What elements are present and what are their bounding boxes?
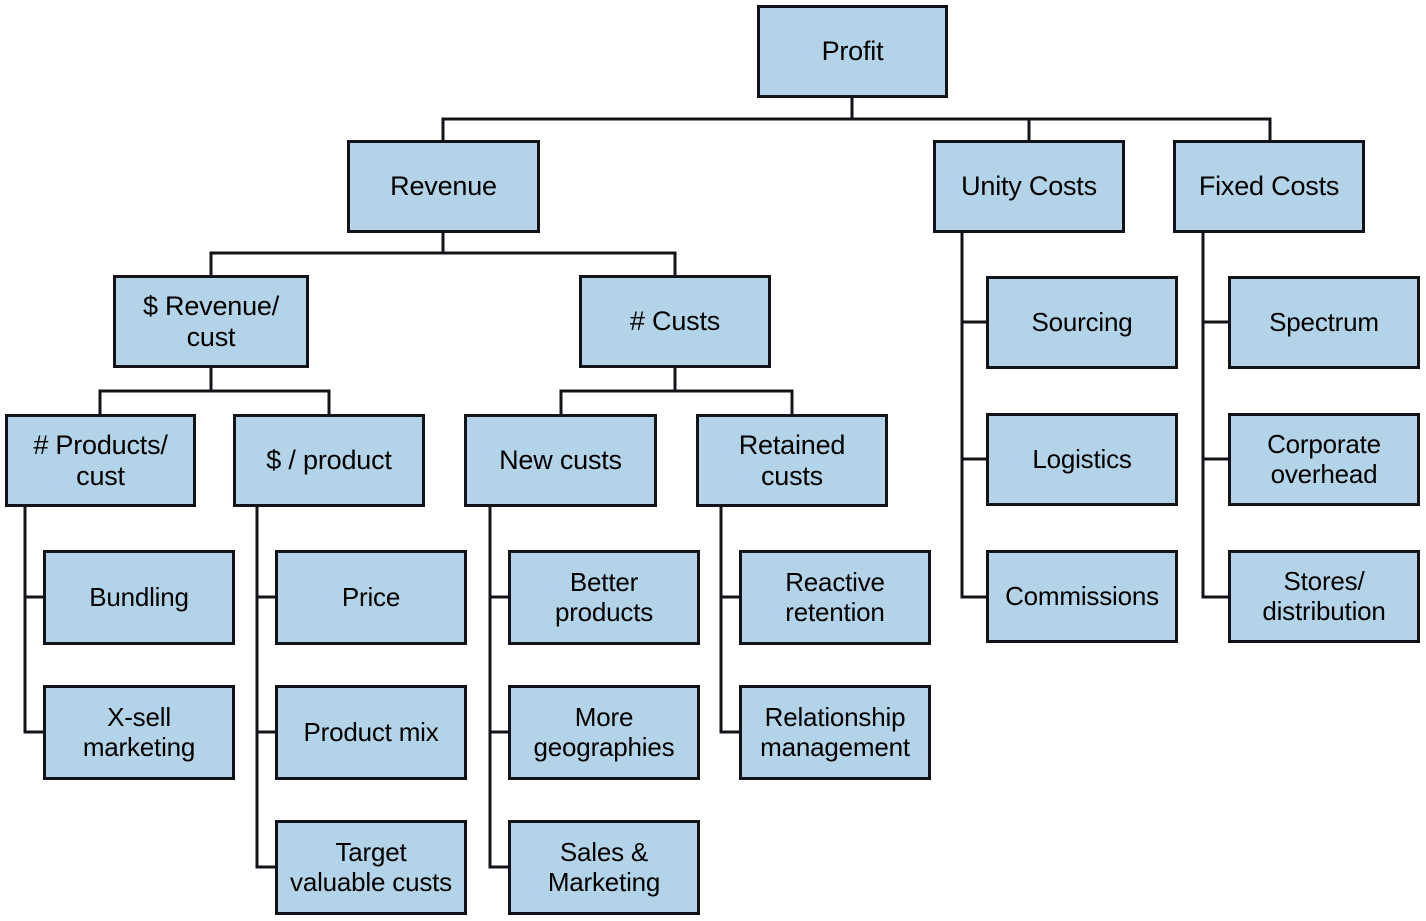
node-reactive-retention[interactable]: Reactive retention [739,550,931,645]
node-better-products[interactable]: Better products [508,550,700,645]
node-bundling[interactable]: Bundling [43,550,235,645]
node-sourcing[interactable]: Sourcing [986,276,1178,369]
node-commissions[interactable]: Commissions [986,550,1178,643]
node-product-mix[interactable]: Product mix [275,685,467,780]
node-target-valuable-custs[interactable]: Target valuable custs [275,820,467,915]
profit-tree-diagram: Profit Revenue Unity Costs Fixed Costs $ Rev… [0,0,1426,921]
node-retained-custs[interactable]: Retained custs [696,414,888,507]
node-x-sell-marketing[interactable]: X-sell marketing [43,685,235,780]
node-price[interactable]: Price [275,550,467,645]
node-profit[interactable]: Profit [757,5,948,98]
node-stores-distribution[interactable]: Stores/ distribution [1228,550,1420,643]
node-sales-marketing[interactable]: Sales & Marketing [508,820,700,915]
node-num-custs[interactable]: # Custs [579,275,771,368]
node-revenue[interactable]: Revenue [347,140,540,233]
node-unity-costs[interactable]: Unity Costs [933,140,1125,233]
node-logistics[interactable]: Logistics [986,413,1178,506]
node-corporate-overhead[interactable]: Corporate overhead [1228,413,1420,506]
node-spectrum[interactable]: Spectrum [1228,276,1420,369]
node-revenue-per-cust[interactable]: $ Revenue/ cust [113,275,309,368]
node-new-custs[interactable]: New custs [464,414,657,507]
node-products-per-cust[interactable]: # Products/ cust [5,414,196,507]
node-dollar-per-product[interactable]: $ / product [233,414,425,507]
node-fixed-costs[interactable]: Fixed Costs [1173,140,1365,233]
node-relationship-management[interactable]: Relationship management [739,685,931,780]
node-more-geographies[interactable]: More geographies [508,685,700,780]
